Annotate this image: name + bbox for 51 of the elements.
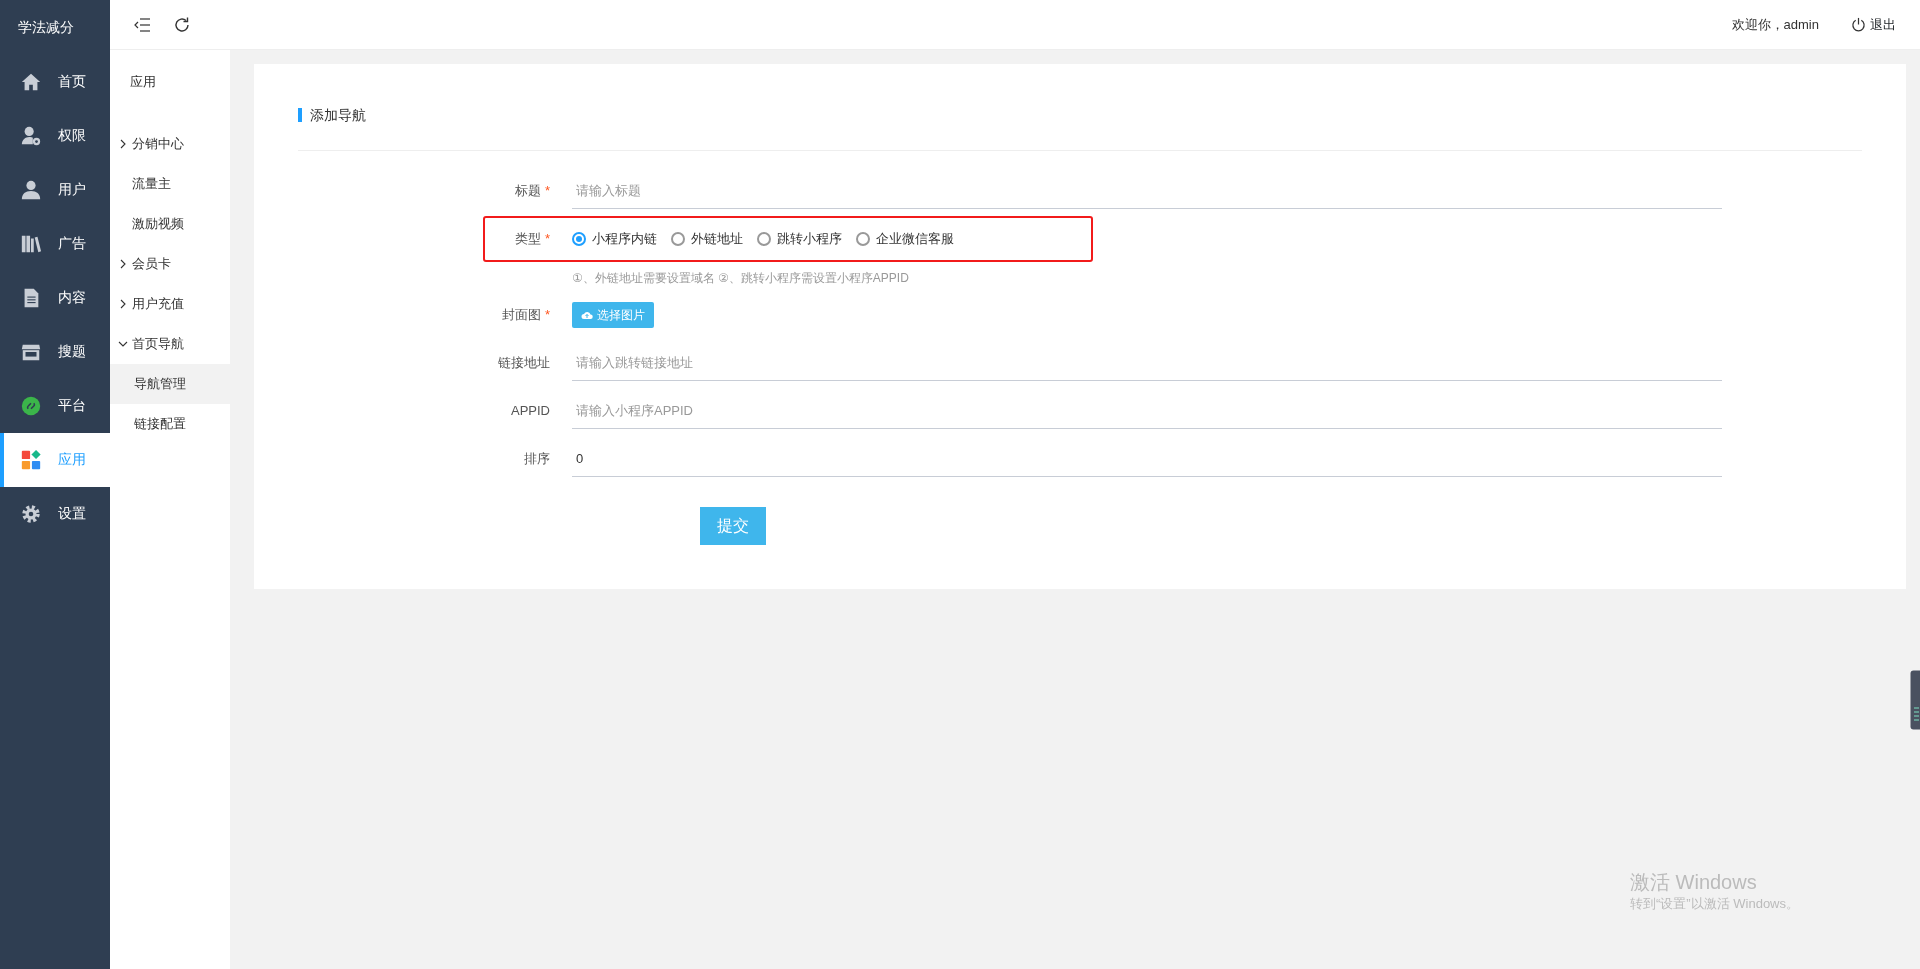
menu-fold-icon[interactable] [134,17,150,32]
sidebar-item[interactable]: 首页 [0,55,110,109]
link-circle-icon [20,395,42,417]
field-label-text: 标题 [514,182,541,198]
submenu-item[interactable]: 链接配置 [110,404,230,444]
submenu-group[interactable]: 首页导航 [110,324,230,364]
chevron-right-icon [118,299,128,309]
submenu-group[interactable]: 用户充值 [110,284,230,324]
submenu-group[interactable]: 分销中心 [110,124,230,164]
power-icon [1851,17,1866,32]
submenu-item[interactable]: 流量主 [110,164,230,204]
required-mark: * [544,306,550,322]
chevron-down-icon [118,339,128,349]
side-panel-handle-icon[interactable] [1910,670,1920,730]
sidebar-item[interactable]: 平台 [0,379,110,433]
submenu-title: 应用 [129,73,157,91]
user-gear-icon [20,125,42,147]
refresh-icon[interactable] [174,16,190,33]
section-title: 添加导航 [298,108,366,122]
welcome-text: 欢迎你，admin [1731,15,1819,34]
chevron-right-icon [118,139,128,149]
submenu-group[interactable]: 会员卡 [110,244,230,284]
chevron-right-icon [118,259,128,269]
user-icon [20,179,42,201]
submenu-item[interactable]: 激励视频 [110,204,230,244]
field-label-text: 类型 [514,230,541,246]
sidebar-item[interactable]: 设置 [0,487,110,541]
field-label: 排序 [523,449,551,468]
logout-link[interactable]: 退出 [1851,14,1896,35]
required-mark: * [544,182,550,198]
radio-option[interactable]: 小程序内链 [572,228,657,249]
sidebar-item[interactable]: 广告 [0,217,110,271]
required-mark: * [544,230,550,246]
hint-text: ①、外链地址需要设置域名 ②、跳转小程序需设置小程序APPID [572,269,910,287]
sidebar-item[interactable]: 权限 [0,109,110,163]
radio-option[interactable]: 跳转小程序 [757,228,842,249]
field-label-text: 封面图 [501,306,541,322]
radio-option[interactable]: 企业微信客服 [856,228,954,249]
sidebar-item[interactable]: 用户 [0,163,110,217]
sidebar-item[interactable]: 内容 [0,271,110,325]
settings-icon [20,503,42,525]
app-logo-text: 学法减分 [17,18,75,37]
field-label: APPID [510,401,551,420]
submenu-item[interactable]: 导航管理 [110,364,230,404]
sidebar-item[interactable]: 搜题 [0,325,110,379]
radio-option[interactable]: 外链地址 [671,228,743,249]
books-icon [20,233,42,255]
home-icon [20,71,42,93]
app-tiles-icon [20,449,42,471]
cloud-upload-icon [581,309,593,320]
field-label: 链接地址 [497,353,551,372]
